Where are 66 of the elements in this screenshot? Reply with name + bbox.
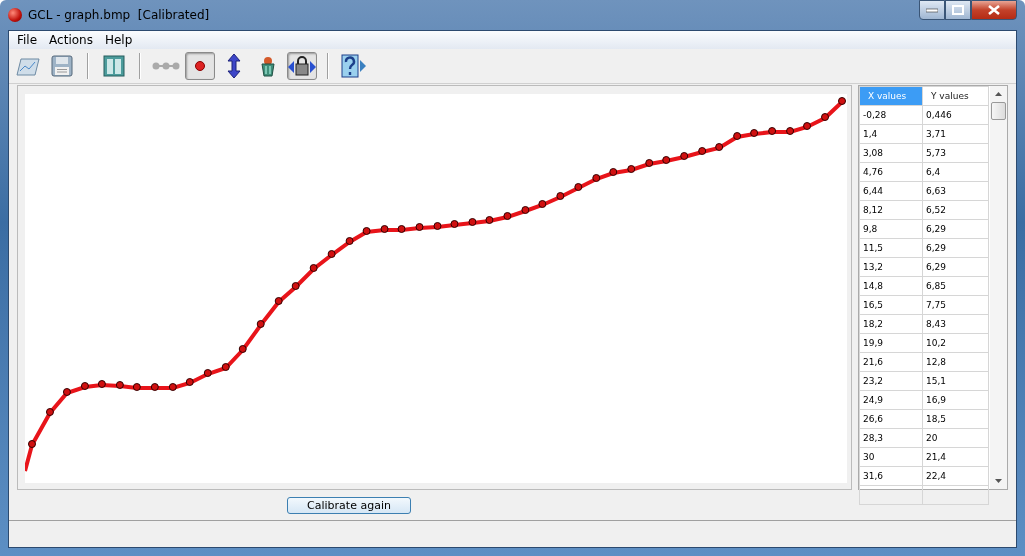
toolbar-button[interactable]	[287, 52, 317, 80]
table-cell: 20	[922, 428, 989, 448]
table-cell: 6,4	[922, 162, 989, 182]
table-cell: 9,8	[859, 219, 923, 239]
dots-icon	[152, 62, 180, 70]
table-cell: 19,9	[859, 333, 923, 353]
lock-icon	[288, 55, 316, 77]
table-cell: 13,2	[859, 257, 923, 277]
column-header[interactable]: Y values	[922, 86, 989, 106]
table-cell: 7,75	[922, 295, 989, 315]
table-cell: 22,4	[922, 466, 989, 486]
table-cell: 24,9	[859, 390, 923, 410]
table-cell: 4,76	[859, 162, 923, 182]
scroll-thumb[interactable]	[991, 102, 1006, 120]
minimize-icon	[926, 7, 938, 13]
table-cell: 5,73	[922, 143, 989, 163]
table-cell: 6,52	[922, 200, 989, 220]
table-cell: 21,6	[859, 352, 923, 372]
save-icon	[51, 55, 73, 77]
maximize-button[interactable]	[945, 0, 971, 20]
chart-icon	[16, 56, 40, 76]
table-cell: 18,2	[859, 314, 923, 334]
app-icon	[8, 8, 22, 22]
menu-item[interactable]: Actions	[43, 33, 99, 47]
scrollbar[interactable]	[990, 86, 1007, 489]
table-cell: 6,29	[922, 257, 989, 277]
table-cell: 6,85	[922, 276, 989, 296]
table-cell: 23,2	[859, 371, 923, 391]
table-cell: 3,08	[859, 143, 923, 163]
table-cell: 14,8	[859, 276, 923, 296]
maximize-icon	[952, 5, 964, 15]
table-cell: 21,4	[922, 447, 989, 467]
calibrate-button[interactable]: Calibrate again	[287, 496, 411, 514]
table-cell: 6,29	[922, 219, 989, 239]
close-icon	[988, 5, 1000, 15]
help-icon	[341, 54, 367, 78]
window-title: GCL - graph.bmp [Calibrated]	[28, 8, 211, 22]
table-cell: 1,4	[859, 124, 923, 144]
trash-icon	[260, 55, 276, 77]
table-cell: 6,44	[859, 181, 923, 201]
table-cell: 16,5	[859, 295, 923, 315]
panel-icon	[103, 55, 125, 77]
point-icon	[195, 61, 205, 71]
toolbar-button[interactable]	[339, 52, 369, 80]
table-cell: 6,29	[922, 238, 989, 258]
minimize-button[interactable]	[919, 0, 945, 20]
vertical-arrows-icon	[227, 54, 241, 78]
table-cell: 8,43	[922, 314, 989, 334]
menu-item[interactable]: Help	[98, 33, 139, 47]
menu-item[interactable]: File	[11, 33, 44, 47]
table-cell: -0,28	[859, 105, 923, 125]
table-cell: 10,2	[922, 333, 989, 353]
table-cell: 8,12	[859, 200, 923, 220]
table-cell: 30	[859, 447, 923, 467]
table-cell: 6,63	[922, 181, 989, 201]
table-cell: 12,8	[922, 352, 989, 372]
close-button[interactable]	[971, 0, 1017, 20]
table-cell: 0,446	[922, 105, 989, 125]
table-cell: 15,1	[922, 371, 989, 391]
table-cell: 16,9	[922, 390, 989, 410]
table-cell: 28,3	[859, 428, 923, 448]
table-cell: 11,5	[859, 238, 923, 258]
table-cell: 3,71	[922, 124, 989, 144]
table-cell: 31,6	[859, 466, 923, 486]
table-cell: 26,6	[859, 409, 923, 429]
table-cell: 18,5	[922, 409, 989, 429]
